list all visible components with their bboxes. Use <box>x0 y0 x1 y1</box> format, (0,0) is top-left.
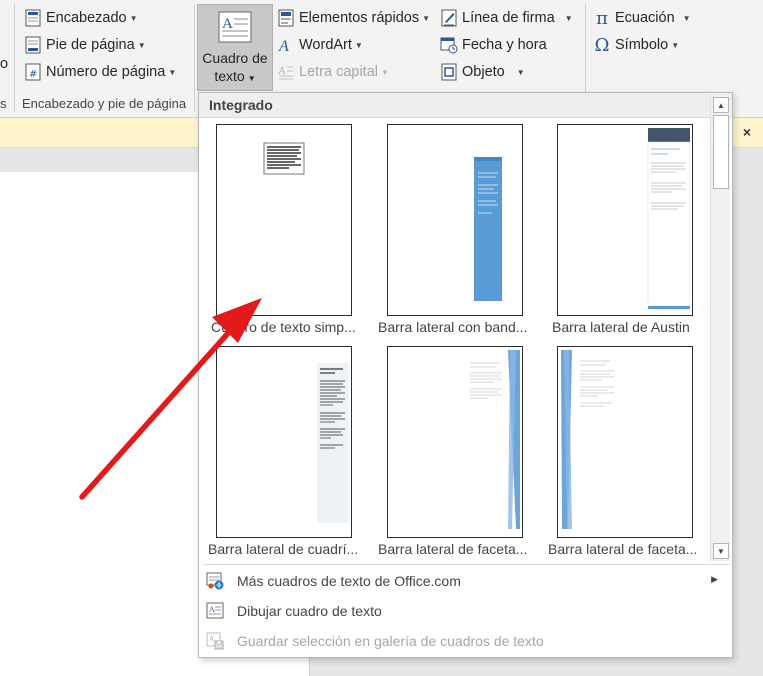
wordart-icon: A <box>277 36 295 54</box>
gallery-item-facet-sidebar-left[interactable] <box>557 346 693 538</box>
save-selection-gallery[interactable]: A Guardar selección en galería de cuadro… <box>203 627 730 655</box>
gallery-item-facet-sidebar-right[interactable] <box>387 346 523 538</box>
menu-separator <box>203 564 730 565</box>
object-button[interactable]: Objeto ▼ <box>440 60 525 84</box>
footer-button-label: Pie de página <box>46 37 135 53</box>
textbox-icon: A <box>218 11 252 46</box>
gallery-header: Integrado <box>199 93 732 118</box>
header-button[interactable]: Encabezado ▼ <box>24 6 138 30</box>
footer-button[interactable]: Pie de página ▼ <box>24 33 146 57</box>
textbox-gallery: Integrado ▲ ▼ Cuadro de texto simp... Ba… <box>198 92 733 658</box>
symbol-label: Símbolo <box>615 37 669 53</box>
textbox-label-line2: texto <box>214 68 245 84</box>
scroll-thumb[interactable] <box>713 115 729 189</box>
gallery-item-simple-textbox[interactable] <box>216 124 352 316</box>
gallery-header-label: Integrado <box>209 97 273 113</box>
header-button-label: Encabezado <box>46 10 127 26</box>
object-icon <box>440 63 458 81</box>
svg-text:A: A <box>278 65 286 77</box>
wordart-label: WordArt <box>299 37 352 53</box>
group-separator <box>14 4 15 112</box>
thumbnail-preview <box>263 142 305 175</box>
svg-text:A: A <box>209 635 214 643</box>
signature-line-label: Línea de firma <box>462 10 555 26</box>
draw-textbox-label: Dibujar cuadro de texto <box>237 603 382 619</box>
thumbnail-preview <box>561 350 614 529</box>
more-textboxes-office-com[interactable]: Más cuadros de texto de Office.com ▶ <box>203 567 730 595</box>
draw-textbox-icon: A <box>205 601 225 621</box>
symbol-icon: Ω <box>594 34 610 56</box>
textbox-button-label: Cuadro de texto ▼ <box>202 49 267 88</box>
chevron-down-icon: ▼ <box>247 74 256 83</box>
gallery-item-label: Barra lateral de cuadrí... <box>208 541 359 557</box>
gallery-item-label: Barra lateral con band... <box>378 319 528 335</box>
svg-text:A: A <box>278 38 289 54</box>
page-number-button[interactable]: # Número de página ▼ <box>24 60 176 84</box>
thumbnail-preview <box>470 350 520 529</box>
save-selection-icon: A <box>205 631 225 651</box>
date-time-button[interactable]: Fecha y hora <box>440 33 547 57</box>
signature-line-icon <box>440 9 458 27</box>
header-icon <box>24 9 42 27</box>
svg-text:A: A <box>209 605 215 614</box>
svg-text:A: A <box>222 16 233 32</box>
page-number-button-label: Número de página <box>46 64 166 80</box>
equation-icon: π <box>596 7 608 29</box>
svg-text:#: # <box>29 69 37 80</box>
signature-line-button[interactable]: Línea de firma ▼ <box>440 6 573 30</box>
object-label: Objeto <box>462 64 505 80</box>
thumbnail-preview <box>317 363 349 523</box>
header-footer-group-label: Encabezado y pie de página <box>22 96 187 111</box>
chevron-down-icon: ▼ <box>422 13 431 23</box>
quick-parts-button[interactable]: Elementos rápidos ▼ <box>277 6 430 30</box>
symbol-button[interactable]: Ω Símbolo ▼ <box>593 33 680 57</box>
submenu-arrow-icon: ▶ <box>711 574 718 584</box>
date-time-icon <box>440 36 458 54</box>
gallery-item-austin-sidebar[interactable] <box>557 124 693 316</box>
draw-textbox[interactable]: A Dibujar cuadro de texto <box>203 597 730 625</box>
partial-group-label: s <box>0 96 7 111</box>
more-textboxes-label: Más cuadros de texto de Office.com <box>237 573 461 589</box>
thumbnail-preview <box>647 128 691 309</box>
chevron-down-icon: ▼ <box>381 67 389 77</box>
drop-cap-button[interactable]: A Letra capital ▼ <box>277 60 389 84</box>
chevron-down-icon: ▼ <box>516 67 525 77</box>
page-number-icon: # <box>24 63 42 81</box>
close-icon[interactable]: × <box>743 124 751 140</box>
chevron-down-icon: ▼ <box>354 40 363 50</box>
equation-button[interactable]: π Ecuación ▼ <box>593 6 691 30</box>
chevron-down-icon: ▼ <box>168 67 177 77</box>
gallery-item-grid-sidebar[interactable] <box>216 346 352 538</box>
chevron-down-icon: ▼ <box>671 40 680 50</box>
chevron-down-icon: ▼ <box>564 13 573 23</box>
drop-cap-icon: A <box>277 63 295 81</box>
quick-parts-icon <box>277 9 295 27</box>
textbox-label-line1: Cuadro de <box>202 50 268 66</box>
drop-cap-label: Letra capital <box>299 64 378 80</box>
partial-ribbon-button[interactable]: o <box>0 52 8 76</box>
wordart-button[interactable]: A WordArt ▼ <box>277 33 363 57</box>
textbox-button[interactable]: A Cuadro de texto ▼ <box>197 4 273 91</box>
gallery-item-label: Cuadro de texto simp... <box>211 319 356 335</box>
gallery-item-label: Barra lateral de faceta... <box>378 541 528 557</box>
footer-icon <box>24 36 42 54</box>
chevron-down-icon: ▼ <box>129 13 138 23</box>
office-com-icon <box>205 571 225 591</box>
quick-parts-label: Elementos rápidos <box>299 10 420 26</box>
partial-button-label: o <box>0 56 9 72</box>
equation-label: Ecuación <box>615 10 675 26</box>
gallery-item-label: Barra lateral de faceta... <box>548 541 698 557</box>
thumbnail-preview <box>474 157 502 301</box>
gallery-item-banded-sidebar[interactable] <box>387 124 523 316</box>
chevron-down-icon: ▼ <box>137 40 146 50</box>
date-time-label: Fecha y hora <box>462 37 547 53</box>
group-separator <box>194 4 195 112</box>
scroll-up-button[interactable]: ▲ <box>713 97 729 113</box>
save-selection-label: Guardar selección en galería de cuadros … <box>237 633 544 649</box>
chevron-down-icon: ▼ <box>682 13 691 23</box>
gallery-item-label: Barra lateral de Austin <box>552 319 690 335</box>
